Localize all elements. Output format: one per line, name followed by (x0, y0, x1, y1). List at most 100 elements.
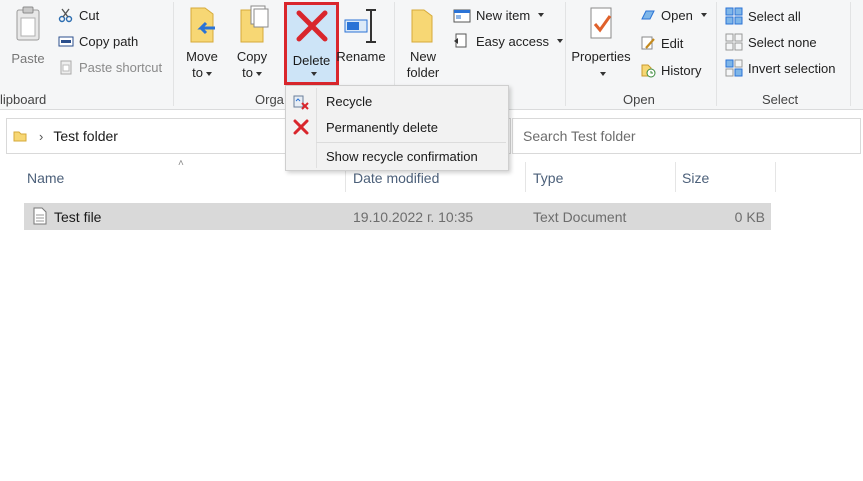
permanently-delete-label: Permanently delete (326, 119, 439, 135)
chevron-down-icon (538, 13, 545, 17)
invert-selection-icon (725, 59, 743, 77)
copy-to-icon (240, 5, 269, 43)
search-placeholder: Search Test folder (523, 128, 636, 144)
new-folder-label-2: folder (406, 65, 440, 80)
rename-button[interactable]: Rename (336, 4, 386, 65)
select-all-button[interactable]: Select all (725, 7, 801, 25)
select-all-label: Select all (748, 8, 801, 24)
move-to-label-1: Move (186, 49, 218, 64)
select-all-icon (725, 7, 743, 25)
text-file-icon (33, 207, 47, 225)
history-icon (641, 64, 656, 78)
edit-pencil-icon (641, 36, 655, 50)
file-date-modified: 19.10.2022 г. 10:35 (353, 209, 474, 225)
open-button[interactable]: Open (640, 7, 707, 23)
recycle-bin-icon (293, 95, 309, 110)
sort-up-icon: ˄ (178, 158, 184, 169)
menu-item-recycle[interactable]: Recycle (286, 88, 508, 114)
show-recycle-confirmation-label: Show recycle confirmation (326, 148, 478, 164)
chevron-down-icon (255, 71, 262, 76)
new-item-icon (453, 9, 471, 23)
file-name: Test file (54, 209, 102, 225)
copy-to-label-2: to (242, 65, 253, 80)
copy-path-label: Copy path (79, 33, 139, 49)
select-group-label: Select (762, 92, 799, 107)
scissors-icon (58, 8, 73, 23)
paste-shortcut-label: Paste shortcut (79, 59, 163, 75)
delete-button[interactable]: Delete (284, 2, 339, 85)
column-header-name[interactable]: Name (27, 170, 64, 186)
paste-label: Paste (11, 51, 45, 66)
chevron-down-icon (556, 39, 563, 43)
copy-to-button[interactable]: Copy to (230, 4, 274, 81)
select-none-button[interactable]: Select none (725, 33, 817, 51)
open-label: Open (661, 7, 693, 23)
folder-icon (411, 9, 433, 43)
open-group-label: Open (623, 92, 655, 107)
edit-label: Edit (661, 35, 684, 51)
breadcrumb-current[interactable]: Test folder (53, 128, 118, 144)
copy-to-label-1: Copy (236, 49, 268, 64)
chevron-right-icon[interactable]: › (39, 129, 43, 144)
paste-shortcut-icon (60, 60, 72, 75)
delete-dropdown-menu: Recycle Permanently delete Show recycle … (285, 85, 509, 171)
file-type: Text Document (533, 209, 627, 225)
invert-selection-label: Invert selection (748, 60, 836, 76)
column-header-date-modified[interactable]: Date modified (353, 170, 439, 186)
paste-button[interactable]: Paste (4, 4, 52, 67)
file-size: 0 KB (734, 209, 765, 225)
easy-access-icon (454, 33, 467, 48)
group-separator (716, 2, 717, 106)
delete-label: Delete (292, 53, 331, 68)
group-separator (565, 2, 566, 106)
column-header-size[interactable]: Size (682, 170, 709, 186)
move-to-icon (190, 7, 215, 43)
chevron-down-icon (599, 71, 606, 76)
properties-button[interactable]: Properties (568, 4, 634, 80)
rename-icon (344, 9, 376, 43)
new-folder-label-1: New (409, 49, 436, 64)
select-none-label: Select none (748, 34, 817, 50)
rename-label: Rename (336, 49, 386, 64)
column-divider (775, 162, 776, 192)
column-header-type[interactable]: Type (533, 170, 563, 186)
history-button[interactable]: History (640, 62, 701, 78)
menu-item-show-recycle-confirmation[interactable]: Show recycle confirmation (286, 143, 508, 169)
recycle-label: Recycle (326, 93, 373, 109)
table-row[interactable]: Test file 19.10.2022 г. 10:35 Text Docum… (24, 203, 771, 230)
folder-icon (13, 131, 27, 142)
organize-group-label: Orga (255, 92, 284, 107)
search-input[interactable]: Search Test folder (512, 118, 861, 154)
history-label: History (661, 62, 702, 78)
properties-checkmark-icon (590, 7, 612, 39)
select-none-icon (725, 33, 743, 51)
new-folder-button[interactable]: New folder (400, 4, 446, 81)
group-separator (850, 2, 851, 106)
copy-path-button[interactable]: Copy path (58, 33, 138, 49)
chevron-down-icon (700, 13, 707, 17)
properties-label: Properties (571, 49, 631, 64)
open-icon (641, 10, 655, 20)
clipboard-paste-icon (16, 6, 40, 41)
column-divider (525, 162, 526, 192)
easy-access-label: Easy access (476, 33, 549, 49)
chevron-down-icon (311, 72, 317, 76)
chevron-down-icon (205, 71, 212, 76)
move-to-button[interactable]: Move to (180, 4, 224, 81)
cut-label: Cut (79, 7, 100, 23)
red-x-icon (293, 119, 309, 135)
red-x-icon (296, 10, 328, 42)
paste-shortcut-button[interactable]: Paste shortcut (58, 59, 162, 75)
invert-selection-button[interactable]: Invert selection (725, 59, 835, 77)
menu-item-permanently-delete[interactable]: Permanently delete (286, 114, 508, 140)
new-item-button[interactable]: New item (453, 7, 545, 23)
column-divider (675, 162, 676, 192)
move-to-label-2: to (192, 65, 203, 80)
copy-path-icon (58, 36, 74, 47)
clipboard-group-label: lipboard (0, 92, 47, 107)
group-separator (173, 2, 174, 106)
cut-button[interactable]: Cut (58, 7, 99, 23)
easy-access-button[interactable]: Easy access (453, 33, 563, 49)
new-item-label: New item (476, 7, 531, 23)
edit-button[interactable]: Edit (640, 35, 683, 51)
